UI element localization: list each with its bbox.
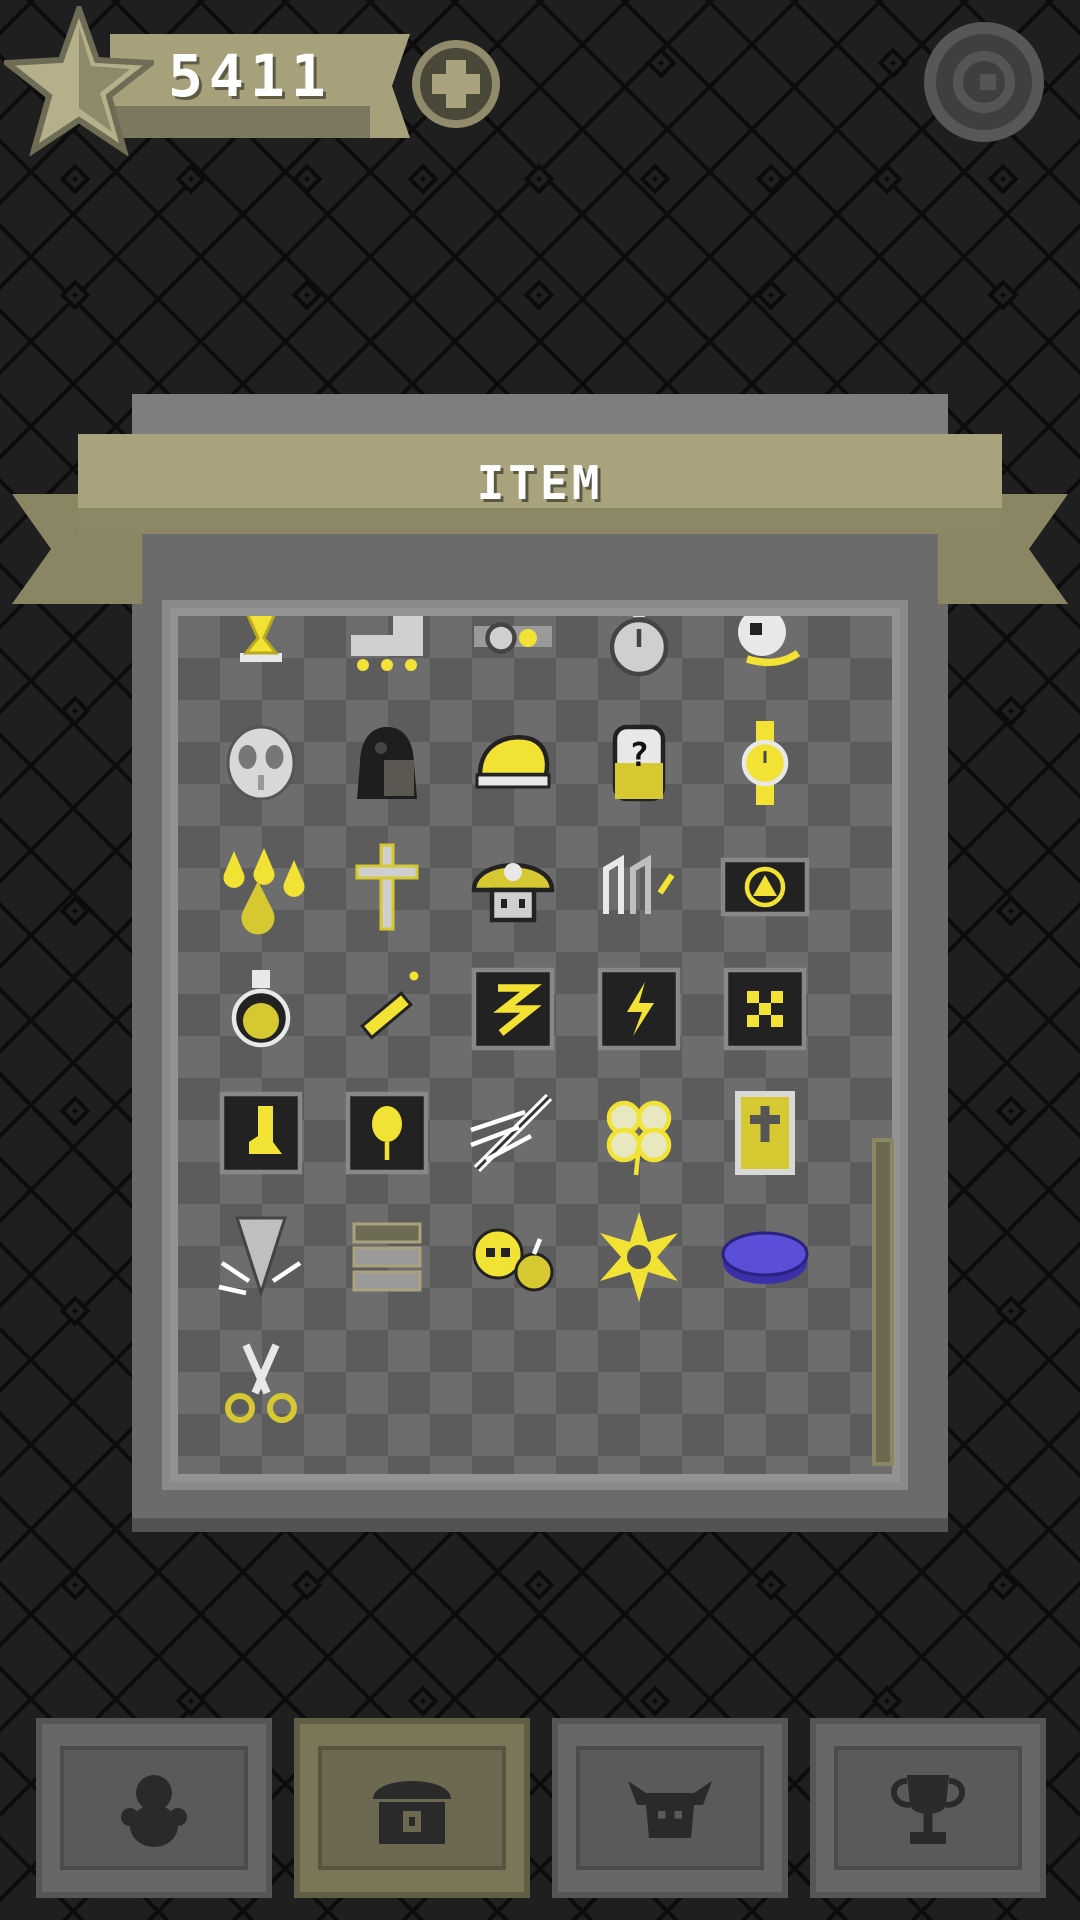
roller-skate-icon [351,616,423,671]
item-balloon-book[interactable] [332,1078,442,1188]
item-hourglass[interactable] [206,616,316,696]
hourglass-icon [240,616,282,662]
item-shield-blade[interactable] [206,1202,316,1312]
scissors-icon [225,1343,297,1423]
trophy-icon [890,1775,966,1844]
item-purple-disc[interactable] [710,1202,820,1312]
purple-disc-icon [721,1231,809,1284]
clover-icon [606,1100,672,1176]
balloon-book-icon [345,1091,429,1175]
mystery-can-icon: ? [612,724,666,802]
item-boot-book[interactable] [206,1078,316,1188]
item-chest-icon [373,1781,451,1844]
item-swirl-book[interactable] [458,954,568,1064]
item-lightning-book[interactable] [584,954,694,1064]
books-icon [352,1222,422,1292]
item-grid: ? [178,616,892,1474]
item-emblem-card[interactable] [710,832,820,942]
mushroom-icon [471,863,555,923]
cloak-icon [357,727,417,799]
item-clover[interactable] [584,1078,694,1188]
item-gold-tablet[interactable] [710,1078,820,1188]
item-books[interactable] [332,1202,442,1312]
gold-skull-icon [738,616,801,667]
drops-icon [223,848,305,935]
item-syringe[interactable] [332,954,442,1064]
svg-text:?: ? [629,735,649,774]
score-value: 5411 [168,42,332,110]
character-icon [121,1775,187,1847]
item-scrollbar[interactable] [872,1138,894,1466]
settings-icon [953,51,1015,113]
shield-blade-icon [218,1216,302,1298]
chain-icon [603,854,675,914]
monster-icon [628,1781,712,1838]
item-roller-skate[interactable] [332,616,442,696]
mask-icon [226,725,296,801]
tab-character[interactable] [36,1718,272,1898]
item-drops[interactable] [206,832,316,942]
item-sun[interactable] [584,1202,694,1312]
tab-trophies[interactable] [810,1718,1046,1898]
item-mushroom[interactable] [458,832,568,942]
wristwatch-icon [741,721,789,805]
settings-button[interactable] [924,22,1044,142]
item-goggles[interactable] [458,616,568,696]
tab-items[interactable] [294,1718,530,1898]
item-stopwatch[interactable] [584,616,694,696]
boot-book-icon [219,1091,303,1175]
bombs-icon [472,1228,554,1292]
potion-icon [231,970,291,1048]
sun-icon [600,1212,678,1302]
emblem-card-icon [720,857,810,917]
goggles-icon [474,622,552,654]
item-cross[interactable] [332,832,442,942]
stopwatch-icon [609,616,669,677]
sword-slash-icon [470,1093,553,1173]
item-mystery-can[interactable]: ? [584,708,694,818]
item-grid-book[interactable] [710,954,820,1064]
item-wristwatch[interactable] [710,708,820,818]
item-chain[interactable] [584,832,694,942]
item-sword-slash[interactable] [458,1078,568,1188]
syringe-icon [359,971,419,1040]
swirl-book-icon [471,967,555,1051]
gold-tablet-icon [735,1091,795,1175]
panel-title: ITEM [476,456,604,510]
cross-icon [355,843,419,931]
item-mask[interactable] [206,708,316,818]
star-icon [4,6,154,156]
lightning-book-icon [597,967,681,1051]
item-cloak[interactable] [332,708,442,818]
item-scissors[interactable] [206,1326,316,1436]
plus-button[interactable] [412,40,500,128]
tab-monsters[interactable] [552,1718,788,1898]
plus-icon [432,60,480,108]
title-ribbon: ITEM [78,434,1002,534]
item-gold-skull[interactable] [710,616,820,696]
item-bombs[interactable] [458,1202,568,1312]
item-helmet[interactable] [458,708,568,818]
item-potion[interactable] [206,954,316,1064]
helmet-icon [475,735,551,789]
grid-book-icon [723,967,807,1051]
